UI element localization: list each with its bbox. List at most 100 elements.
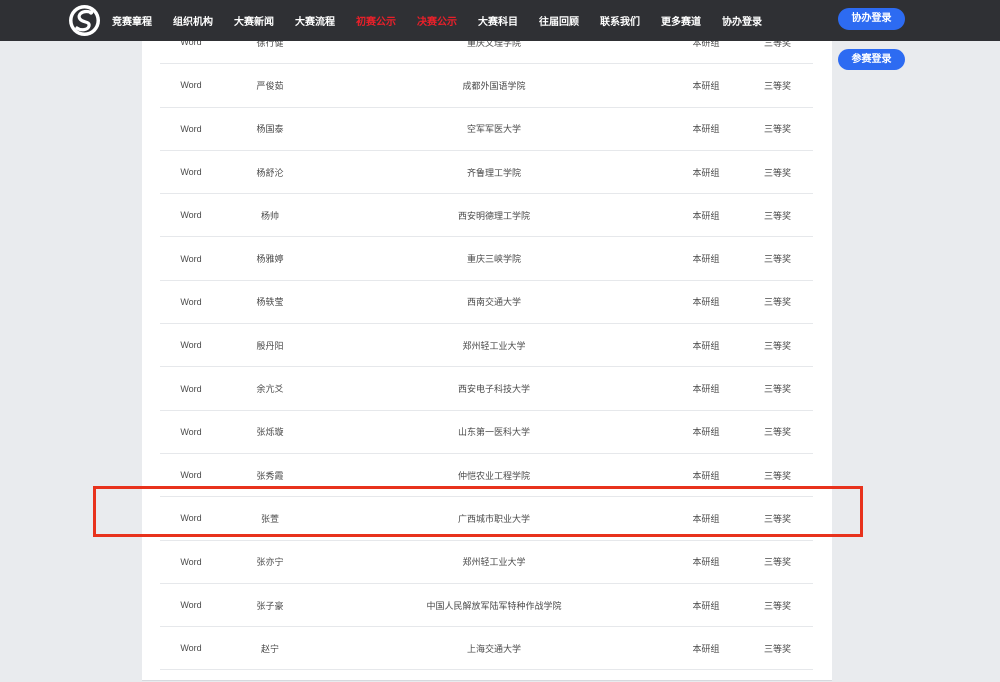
name-cell: 杨帅: [260, 210, 279, 221]
participant-login-button[interactable]: 参赛登录: [838, 49, 905, 70]
nav-item-news[interactable]: 大赛新闻: [234, 13, 274, 28]
table-row: Word 杨舒沦 齐鲁理工学院 本研组 三等奖: [160, 151, 813, 195]
school-cell: 西南交通大学: [466, 297, 521, 308]
co-organizer-login-button[interactable]: 协办登录: [838, 8, 905, 30]
school-cell: 上海交通大学: [466, 643, 521, 654]
group-cell: 本研组: [692, 80, 720, 91]
group-cell: 本研组: [692, 340, 720, 351]
nav-item-process[interactable]: 大赛流程: [295, 13, 335, 28]
subject-cell: Word: [180, 643, 202, 654]
group-cell: 本研组: [692, 470, 720, 481]
school-cell: 郑州轻工业大学: [462, 340, 526, 351]
main-nav: 竞赛章程 组织机构 大赛新闻 大赛流程 初赛公示 决赛公示 大赛科目 往届回顾 …: [112, 0, 783, 41]
award-cell: 三等奖: [763, 557, 791, 568]
table-row: Word 杨国泰 空军军医大学 本研组 三等奖: [160, 108, 813, 151]
subject-cell: Word: [180, 600, 202, 610]
table-row: Word 张萱 广西城市职业大学 本研组 三等奖: [160, 497, 813, 541]
subject-cell: Word: [180, 383, 202, 394]
nav-item-rules[interactable]: 竞赛章程: [112, 13, 152, 28]
school-cell: 齐鲁理工学院: [466, 167, 521, 178]
table-row: Word 张子豪 中国人民解放军陆军特种作战学院 本研组 三等奖: [160, 584, 813, 628]
subject-cell: Word: [180, 556, 202, 567]
top-navigation-bar: 竞赛章程 组织机构 大赛新闻 大赛流程 初赛公示 决赛公示 大赛科目 往届回顾 …: [0, 0, 1000, 41]
group-cell: 本研组: [692, 600, 720, 611]
award-cell: 三等奖: [763, 513, 791, 524]
award-cell: 三等奖: [763, 80, 791, 91]
subject-cell: Word: [180, 426, 202, 437]
page: 竞赛章程 组织机构 大赛新闻 大赛流程 初赛公示 决赛公示 大赛科目 往届回顾 …: [0, 0, 1000, 682]
group-cell: 本研组: [692, 210, 720, 221]
name-cell: 杨国泰: [256, 124, 284, 135]
name-cell: 赵宁: [260, 643, 279, 654]
group-cell: 本研组: [692, 513, 720, 524]
award-cell: 三等奖: [763, 210, 791, 221]
table-row: Word 赵宁 上海交通大学 本研组 三等奖: [160, 627, 813, 671]
school-cell: 仲恺农业工程学院: [457, 470, 530, 481]
award-cell: 三等奖: [763, 340, 791, 351]
group-cell: 本研组: [692, 427, 720, 438]
school-cell: 空军军医大学: [466, 124, 521, 135]
table-row: Word 张秀霞 仲恺农业工程学院 本研组 三等奖: [160, 454, 813, 498]
subject-cell: Word: [180, 513, 202, 524]
name-cell: 杨舒沦: [256, 167, 284, 178]
nav-item-contact[interactable]: 联系我们: [600, 13, 640, 28]
school-cell: 西安明德理工学院: [457, 210, 530, 221]
subject-cell: Word: [180, 123, 202, 134]
award-cell: 三等奖: [763, 297, 791, 308]
group-cell: 本研组: [692, 254, 720, 265]
name-cell: 张秀霞: [256, 470, 284, 481]
site-logo-icon[interactable]: [68, 4, 101, 37]
subject-cell: Word: [180, 470, 202, 481]
subject-cell: Word: [180, 167, 202, 178]
nav-item-co-organizer-login[interactable]: 协办登录: [722, 13, 762, 28]
school-cell: 广西城市职业大学: [457, 513, 530, 524]
award-cell: 三等奖: [763, 167, 791, 178]
award-cell: 三等奖: [763, 124, 791, 135]
name-cell: 张烁璇: [256, 427, 284, 438]
nav-item-organization[interactable]: 组织机构: [173, 13, 213, 28]
name-cell: 张亦宁: [256, 557, 284, 568]
award-cell: 三等奖: [763, 600, 791, 611]
name-cell: 杨轶莹: [256, 297, 284, 308]
name-cell: 余亢爻: [256, 384, 284, 395]
table-row: Word 余亢爻 西安电子科技大学 本研组 三等奖: [160, 367, 813, 411]
group-cell: 本研组: [692, 167, 720, 178]
group-cell: 本研组: [692, 124, 720, 135]
group-cell: 本研组: [692, 297, 720, 308]
subject-cell: Word: [180, 210, 202, 221]
table-row: Word 殷丹阳 郑州轻工业大学 本研组 三等奖: [160, 324, 813, 368]
group-cell: 本研组: [692, 384, 720, 395]
group-cell: 本研组: [692, 557, 720, 568]
table-row: Word 张烁璇 山东第一医科大学 本研组 三等奖: [160, 411, 813, 454]
school-cell: 中国人民解放军陆军特种作战学院: [426, 600, 562, 611]
school-cell: 成都外国语学院: [462, 80, 526, 91]
subject-cell: Word: [180, 253, 202, 264]
school-cell: 山东第一医科大学: [457, 427, 530, 438]
award-cell: 三等奖: [763, 643, 791, 654]
name-cell: 张子豪: [256, 600, 284, 611]
results-table: Word 徐行健 重庆文理学院 本研组 三等奖 Word 严俊茹 成都外国语学院 本研组 三等奖 W…: [160, 21, 813, 671]
nav-item-preliminary-results[interactable]: 初赛公示: [356, 13, 396, 28]
subject-cell: Word: [180, 296, 202, 307]
table-row: Word 严俊茹 成都外国语学院 本研组 三等奖: [160, 64, 813, 108]
school-cell: 重庆三峡学院: [466, 254, 521, 265]
nav-item-subjects[interactable]: 大赛科目: [478, 13, 518, 28]
name-cell: 张萱: [260, 513, 279, 524]
award-cell: 三等奖: [763, 470, 791, 481]
nav-item-final-results[interactable]: 决赛公示: [417, 13, 457, 28]
table-row: Word 张亦宁 郑州轻工业大学 本研组 三等奖: [160, 541, 813, 584]
school-cell: 西安电子科技大学: [457, 384, 530, 395]
subject-cell: Word: [180, 340, 202, 351]
subject-cell: Word: [180, 80, 202, 91]
award-cell: 三等奖: [763, 384, 791, 395]
table-row: Word 杨雅婷 重庆三峡学院 本研组 三等奖: [160, 237, 813, 281]
table-row: Word 杨帅 西安明德理工学院 本研组 三等奖: [160, 194, 813, 238]
group-cell: 本研组: [692, 643, 720, 654]
award-cell: 三等奖: [763, 427, 791, 438]
name-cell: 杨雅婷: [256, 254, 284, 265]
name-cell: 殷丹阳: [256, 340, 284, 351]
nav-item-more-tracks[interactable]: 更多赛道: [661, 13, 701, 28]
school-cell: 郑州轻工业大学: [462, 557, 526, 568]
nav-item-history[interactable]: 往届回顾: [539, 13, 579, 28]
name-cell: 严俊茹: [256, 80, 284, 91]
